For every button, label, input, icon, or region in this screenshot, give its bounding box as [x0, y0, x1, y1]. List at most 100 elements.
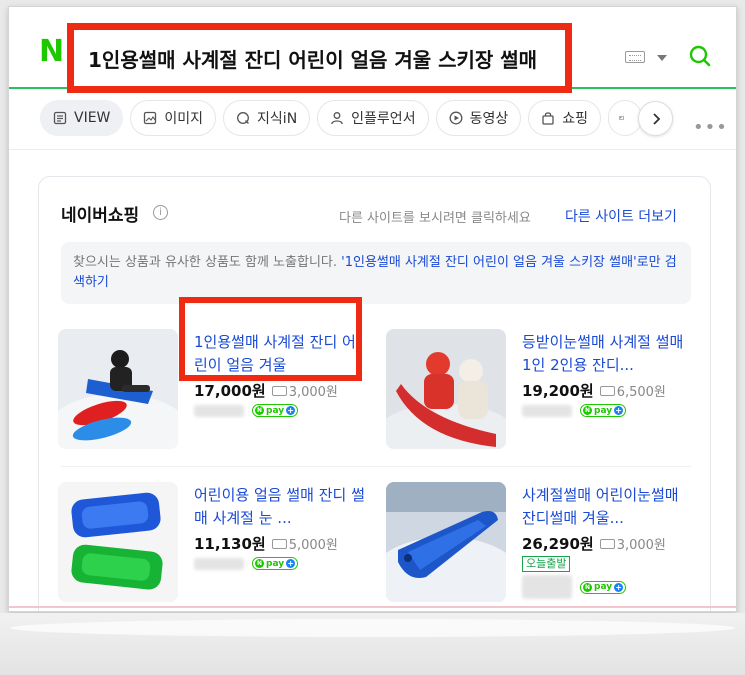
npay-badge: Npay +	[252, 557, 299, 570]
naver-shopping-card: 네이버쇼핑 i 다른 사이트를 보시려면 클릭하세요 다른 사이트 더보기 찾으…	[38, 176, 711, 611]
info-icon[interactable]: i	[153, 205, 168, 220]
tab-label: 동영상	[469, 111, 509, 127]
mall-row: Npay +	[194, 557, 299, 570]
product-title-link[interactable]: 1인용썰매 사계절 잔디 어린이 얼음 겨울	[194, 331, 366, 377]
price-row: 19,200원 6,500원	[522, 380, 666, 401]
tab-more-partial[interactable]	[607, 100, 642, 136]
tab-view[interactable]: VIEW	[40, 100, 124, 136]
today-ship-badge: 오늘출발	[522, 556, 571, 572]
keyboard-icon[interactable]	[625, 51, 645, 63]
product-thumbnail[interactable]	[58, 329, 178, 449]
npay-logo-icon: N	[255, 559, 264, 568]
plus-icon: +	[286, 406, 296, 415]
shipping-fee: 5,000원	[271, 534, 338, 553]
shipping-value: 3,000원	[288, 385, 338, 400]
search-tabs: VIEW 이미지 지식iN 인플루언서 동영상 쇼핑	[40, 100, 642, 136]
npay-label: pay	[266, 558, 285, 569]
search-input[interactable]: 1인용썰매 사계절 잔디 어린이 얼음 겨울 스키장 썰매	[88, 44, 537, 73]
npay-logo-icon: N	[583, 406, 592, 415]
tab-label: 인플루언서	[351, 111, 416, 127]
naver-logo[interactable]: N	[39, 37, 65, 67]
truck-icon	[271, 538, 287, 549]
similar-products-notice: 찾으시는 상품과 유사한 상품도 함께 노출합니다. '1인용썰매 사계절 잔디…	[61, 242, 691, 304]
bag-icon	[542, 112, 554, 125]
mall-name-blurred	[194, 404, 244, 417]
product-thumbnail[interactable]	[386, 482, 506, 602]
news-icon	[619, 115, 624, 121]
tab-image[interactable]: 이미지	[130, 100, 217, 136]
page-bottom-line	[9, 606, 736, 608]
npay-badge: Npay +	[252, 404, 299, 417]
tab-label: 쇼핑	[562, 111, 588, 127]
play-icon	[449, 111, 463, 125]
product-title-link[interactable]: 등받이눈썰매 사계절 썰매 1인 2인용 잔디...	[522, 331, 694, 377]
shipping-value: 3,000원	[616, 538, 666, 553]
shipping-value: 6,500원	[616, 385, 666, 400]
divider	[9, 149, 736, 150]
truck-icon	[599, 538, 615, 549]
more-icon[interactable]: •••	[693, 117, 728, 138]
mall-row: Npay +	[522, 404, 627, 417]
row-divider	[61, 466, 691, 467]
product-title-link[interactable]: 어린이용 얼음 썰매 잔디 썰매 사계절 눈 ...	[194, 484, 366, 530]
price-row: 17,000원 3,000원	[194, 380, 338, 401]
npay-badge: Npay +	[580, 580, 627, 594]
npay-logo-icon: N	[583, 582, 592, 592]
shipping-fee: 3,000원	[599, 534, 666, 553]
shipping-fee: 6,500원	[599, 381, 666, 400]
image-icon	[144, 111, 157, 125]
qna-icon	[237, 112, 250, 124]
price-row: 11,130원 5,000원	[194, 533, 338, 554]
product-price: 26,290원	[522, 535, 594, 553]
truck-icon	[599, 385, 615, 396]
search-header: N 1인용썰매 사계절 잔디 어린이 얼음 겨울 스키장 썰매	[9, 7, 736, 93]
search-icon[interactable]	[689, 45, 711, 67]
hint-text: 다른 사이트를 보시려면 클릭하세요	[339, 211, 531, 226]
mall-row: Npay +	[194, 404, 299, 417]
product-item[interactable]: 등받이눈썰매 사계절 썰매 1인 2인용 잔디... 19,200원 6,500…	[386, 329, 706, 451]
more-sites-link[interactable]: 다른 사이트 더보기	[565, 206, 677, 226]
npay-label: pay	[266, 405, 285, 416]
mall-name-blurred	[194, 557, 244, 570]
npay-label: pay	[594, 405, 613, 416]
truck-icon	[271, 385, 287, 396]
plus-icon: +	[614, 406, 624, 415]
paper-curl-shadow	[0, 613, 745, 675]
product-title-link[interactable]: 사계절썰매 어린이눈썰매 잔디썰매 겨울...	[522, 484, 694, 530]
document-icon	[53, 111, 67, 125]
product-item[interactable]: 어린이용 얼음 썰매 잔디 썰매 사계절 눈 ... 11,130원 5,000…	[58, 482, 378, 604]
product-price: 11,130원	[194, 535, 266, 553]
section-title: 네이버쇼핑	[61, 206, 140, 226]
npay-badge: Npay +	[580, 404, 627, 417]
notice-text: 찾으시는 상품과 유사한 상품도 함께 노출합니다.	[73, 255, 337, 270]
shipping-fee: 3,000원	[271, 381, 338, 400]
person-icon	[331, 112, 344, 125]
search-query-highlight[interactable]: 1인용썰매 사계절 잔디 어린이 얼음 겨울 스키장 썰매	[67, 23, 572, 93]
tab-video[interactable]: 동영상	[435, 100, 522, 136]
mall-name-blurred	[522, 404, 572, 417]
price-row: 26,290원 3,000원	[522, 533, 666, 554]
product-thumbnail[interactable]	[58, 482, 178, 602]
mall-name-blurred	[522, 575, 572, 599]
tab-label: VIEW	[74, 110, 111, 126]
plus-icon: +	[286, 559, 296, 568]
browser-frame: N 1인용썰매 사계절 잔디 어린이 얼음 겨울 스키장 썰매 VIEW 이미지…	[8, 6, 737, 612]
tab-influencer[interactable]: 인플루언서	[317, 100, 429, 136]
npay-label: pay	[594, 582, 613, 592]
mall-row: Npay +	[522, 575, 627, 599]
product-price: 17,000원	[194, 382, 266, 400]
caret-down-icon[interactable]	[657, 55, 667, 61]
product-thumbnail[interactable]	[386, 329, 506, 449]
chevron-right-icon	[652, 112, 660, 125]
tab-kin[interactable]: 지식iN	[223, 100, 311, 136]
tab-shopping[interactable]: 쇼핑	[528, 100, 601, 136]
product-item[interactable]: 사계절썰매 어린이눈썰매 잔디썰매 겨울... 26,290원 3,000원 오…	[386, 482, 706, 604]
shipping-value: 5,000원	[288, 538, 338, 553]
tab-label: 이미지	[164, 111, 204, 127]
product-item[interactable]: 1인용썰매 사계절 잔디 어린이 얼음 겨울 17,000원 3,000원 Np…	[58, 329, 378, 451]
plus-icon: +	[614, 582, 624, 592]
tab-label: 지식iN	[257, 111, 298, 127]
tab-next-button[interactable]	[638, 101, 673, 136]
product-price: 19,200원	[522, 382, 594, 400]
npay-logo-icon: N	[255, 406, 264, 415]
